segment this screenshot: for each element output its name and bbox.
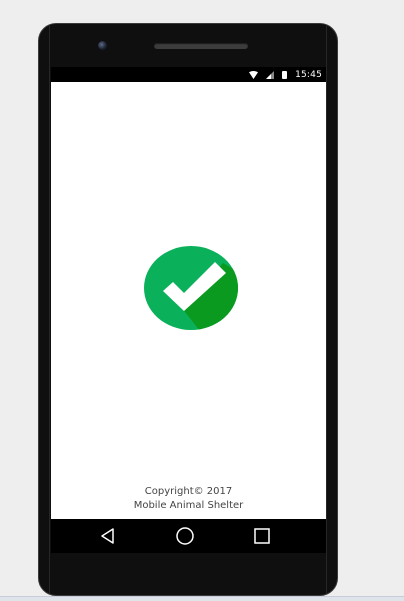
status-time: 15:45 [295,69,322,80]
status-icons: 15:45 [249,68,322,81]
back-icon [101,528,114,544]
back-button[interactable] [88,519,128,553]
app-screen: Copyright© 2017 Mobile Animal Shelter [51,82,326,519]
recents-icon [254,528,270,544]
signal-icon [266,70,275,79]
status-bar: 15:45 [51,67,326,82]
check-circle-icon [144,246,238,330]
phone-frame: 15:45 Copyright© 2017 Mobile Animal Shel… [38,23,338,596]
home-button[interactable] [165,519,205,553]
home-icon [176,527,194,545]
front-camera [98,41,107,50]
wifi-icon [249,70,259,79]
navigation-bar [51,519,326,553]
app-name-text: Mobile Animal Shelter [133,500,244,511]
copyright-text: Copyright© 2017 [144,486,233,497]
recents-button[interactable] [242,519,282,553]
earpiece-speaker [154,43,248,49]
host-taskbar-edge [0,596,404,601]
battery-icon [282,70,288,79]
